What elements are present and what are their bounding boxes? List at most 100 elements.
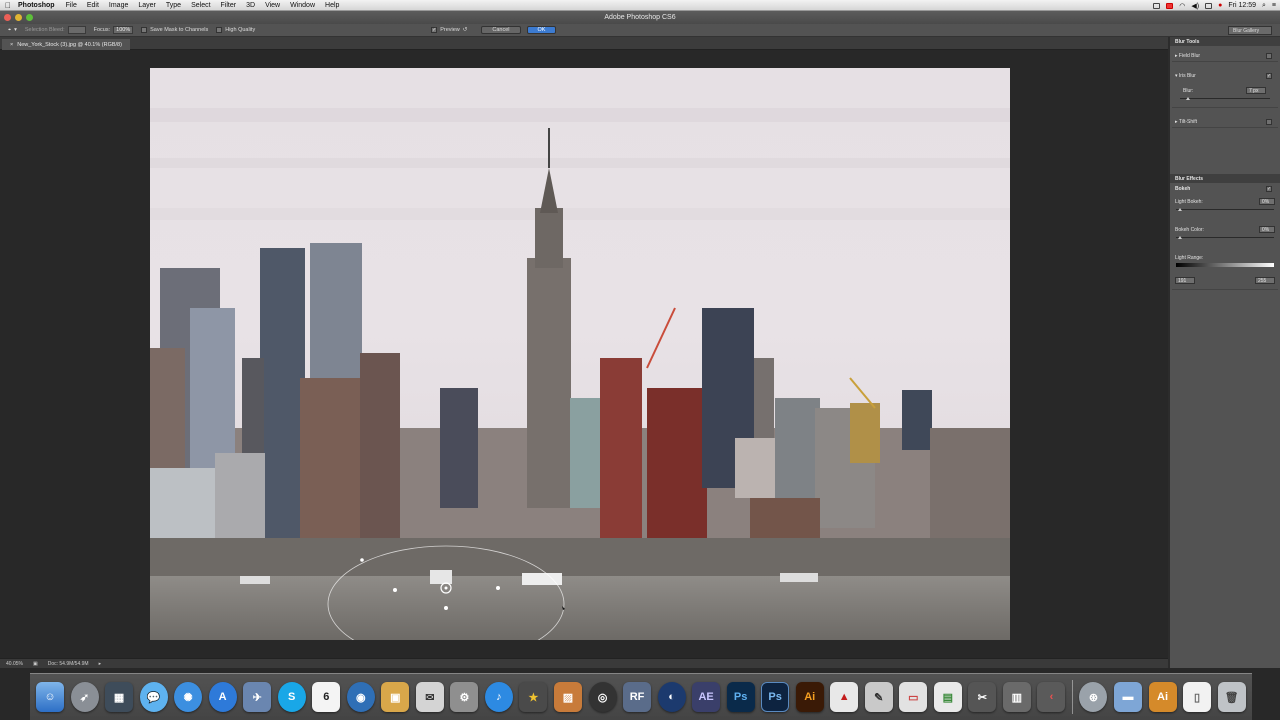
document-tab[interactable]: × New_York_Stock (3).jpg @ 40.1% (RGB/8) (2, 39, 130, 50)
menu-file[interactable]: File (61, 2, 82, 9)
light-range-gradient[interactable] (1176, 263, 1274, 267)
preview-checkbox[interactable]: ✓ (431, 27, 438, 33)
cancel-button[interactable]: Cancel (481, 26, 521, 34)
tilt-shift-row[interactable]: ▸ Tilt-Shift (1170, 116, 1280, 127)
minimize-window-icon[interactable] (15, 14, 22, 21)
app-menu[interactable]: Photoshop (16, 2, 61, 9)
light-range-low-input[interactable]: 191 (1175, 277, 1195, 284)
mission-control-icon[interactable]: ▦ (105, 682, 134, 712)
doc-size[interactable]: Doc: 54.9M/54.9M (48, 661, 89, 667)
menu-3d[interactable]: 3D (241, 2, 260, 9)
menu-help[interactable]: Help (320, 2, 344, 9)
menu-layer[interactable]: Layer (133, 2, 161, 9)
list-icon[interactable]: ≡ (1272, 2, 1276, 9)
skype-icon[interactable]: S (277, 682, 306, 712)
cinema4d-icon[interactable]: ◐ (657, 682, 686, 712)
calendar-icon[interactable]: 6 (312, 682, 341, 712)
presentation-icon[interactable]: ▭ (899, 682, 928, 712)
blur-amount-input[interactable]: 7 px (1246, 87, 1266, 94)
tool-preset[interactable]: ⌖ ▾ (8, 27, 17, 34)
menu-image[interactable]: Image (104, 2, 133, 9)
package-icon[interactable]: ▣ (381, 682, 410, 712)
bokeh-color-thumb[interactable] (1178, 236, 1182, 239)
aperture-icon[interactable]: ◎ (588, 682, 617, 712)
acrobat-icon[interactable]: ▲ (830, 682, 859, 712)
status-arrow-icon[interactable]: ▸ (99, 661, 102, 667)
settings-icon[interactable]: ⚙ (450, 682, 479, 712)
ai-folder-icon[interactable]: Ai (1148, 682, 1177, 712)
document-image[interactable] (150, 68, 1010, 640)
workspace-select[interactable]: Blur Gallery (1228, 26, 1272, 35)
field-blur-checkbox[interactable] (1266, 52, 1272, 59)
preview-icon[interactable]: ✈ (243, 682, 272, 712)
field-blur-row[interactable]: ▸ Field Blur (1170, 50, 1280, 61)
blur-slider-thumb[interactable] (1186, 97, 1191, 100)
system-icon[interactable]: ◉ (346, 682, 375, 712)
light-bokeh-input[interactable]: 0% (1259, 198, 1275, 205)
feather-handle[interactable] (393, 588, 397, 592)
tilt-shift-checkbox[interactable] (1266, 118, 1272, 125)
clapper-icon[interactable]: ▥ (1002, 682, 1031, 712)
menu-edit[interactable]: Edit (82, 2, 104, 9)
notification-icon[interactable] (1166, 2, 1174, 9)
menu-filter[interactable]: Filter (216, 2, 242, 9)
folder-icon[interactable]: ▬ (1114, 682, 1142, 712)
apple-menu-icon[interactable]:  (0, 1, 16, 10)
motion-icon[interactable]: ‹ (1037, 682, 1066, 712)
menu-view[interactable]: View (260, 2, 285, 9)
app-store-icon[interactable]: A (208, 682, 237, 712)
iris-corner-handle[interactable] (360, 558, 364, 562)
save-mask-checkbox[interactable] (141, 27, 148, 33)
light-bokeh-thumb[interactable] (1178, 208, 1182, 211)
selection-bleed-input[interactable] (67, 26, 86, 34)
battery-icon[interactable] (1205, 2, 1213, 9)
high-quality-checkbox[interactable] (216, 27, 223, 33)
light-range-high-input[interactable]: 255 (1255, 277, 1275, 284)
spotlight-icon[interactable]: ⌕ (1262, 2, 1266, 10)
network-icon[interactable]: ⊛ (1079, 682, 1108, 712)
pen-icon[interactable]: ✎ (864, 682, 893, 712)
safari-icon[interactable]: ✺ (174, 682, 203, 712)
menu-select[interactable]: Select (186, 2, 215, 9)
volume-icon[interactable]: ◀) (1191, 2, 1199, 10)
bokeh-color-slider[interactable] (1176, 236, 1274, 239)
menu-type[interactable]: Type (161, 2, 186, 9)
imovie-icon[interactable]: ★ (519, 682, 548, 712)
feather-handle[interactable] (444, 606, 448, 610)
zoom-window-icon[interactable] (26, 14, 33, 21)
rf-icon[interactable]: RF (623, 682, 652, 712)
light-bokeh-slider[interactable] (1176, 208, 1274, 211)
feather-handle[interactable] (496, 586, 500, 590)
photoshop-cs6-icon[interactable]: Ps (761, 682, 790, 712)
bokeh-color-input[interactable]: 0% (1259, 226, 1275, 233)
photoshop-icon[interactable]: Ps (726, 682, 755, 712)
mail-icon[interactable]: ✉ (415, 682, 444, 712)
trash-icon[interactable]: 🗑 (1217, 682, 1246, 712)
finder-icon[interactable]: ☺ (36, 682, 64, 712)
final-cut-icon[interactable]: ✂ (968, 682, 997, 712)
clock[interactable]: Fri 12:59 (1228, 2, 1256, 9)
iris-blur-checkbox[interactable]: ✓ (1266, 72, 1272, 79)
blur-slider[interactable] (1180, 97, 1270, 100)
after-effects-icon[interactable]: AE (692, 682, 721, 712)
document-icon[interactable]: ▯ (1183, 682, 1212, 712)
ok-button[interactable]: OK (526, 26, 557, 34)
iphoto-icon[interactable]: ▨ (553, 682, 582, 712)
illustrator-icon[interactable]: Ai (795, 682, 824, 712)
user-icon[interactable]: ● (1218, 2, 1222, 9)
chart-icon[interactable]: ▤ (933, 682, 962, 712)
doc-size-icon[interactable]: ▣ (33, 661, 38, 667)
close-tab-icon[interactable]: × (10, 42, 13, 48)
bokeh-checkbox[interactable]: ✓ (1266, 185, 1272, 192)
close-window-icon[interactable] (4, 14, 11, 21)
screen-icon[interactable] (1153, 2, 1161, 9)
messages-icon[interactable]: 💬 (139, 682, 168, 712)
launchpad-icon[interactable]: ➶ (70, 682, 99, 712)
iris-blur-row[interactable]: ▾ Iris Blur ✓ (1170, 70, 1280, 81)
menu-window[interactable]: Window (285, 2, 320, 9)
wifi-icon[interactable]: ◠ (1179, 2, 1185, 10)
focus-input[interactable]: 100% (113, 26, 134, 34)
itunes-icon[interactable]: ♪ (484, 682, 513, 712)
zoom-level[interactable]: 40.05% (6, 661, 23, 667)
reset-icon[interactable]: ↺ (463, 27, 468, 33)
